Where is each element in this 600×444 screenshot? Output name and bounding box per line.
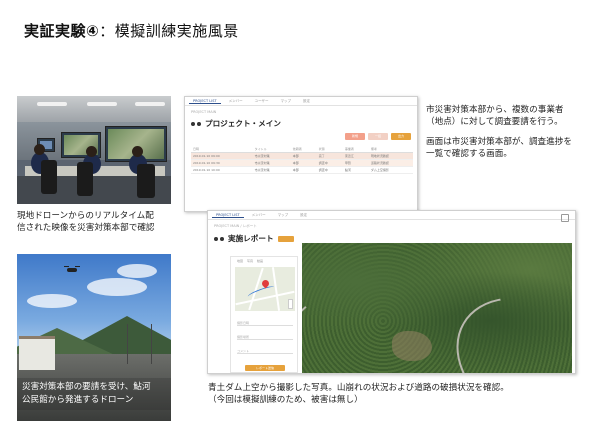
nav-tab-map[interactable]: マップ (277, 99, 296, 104)
slide-title-rest: ：模擬訓練実施風景 (99, 22, 239, 40)
main-note-p1: 市災害対策本部から、複数の事業者 （地点）に対して調査要請を行う。 (426, 104, 564, 128)
table-cell: 市災害対策 (252, 166, 291, 174)
drone-takeoff-photo: 災害対策本部の要請を受け、鮎河 公民館から発進するドローン (17, 254, 171, 421)
main-note-p2-line1: 画面は市災害対策本部が、調査進捗を (426, 137, 572, 147)
table-cell: 甲賀 (342, 159, 369, 167)
table-cell: 調査中 (316, 166, 343, 174)
top-nav: PROJECT LIST メンバー マップ 設定 (208, 211, 575, 220)
main-note-p2-line2: 一覧で確認する画面。 (426, 149, 512, 159)
breadcrumb: PROJECT MAIN (191, 110, 217, 114)
nav-tab-members[interactable]: メンバー (248, 213, 270, 218)
tab-photo[interactable]: 写真 (247, 257, 253, 265)
report-panel: 地図 写真 動画 撮影日時 撮影場所 コメント レポート送信 (230, 256, 298, 373)
drone-caption: 災害対策本部の要請を受け、鮎河 公民館から発進するドローン (17, 378, 171, 410)
page-title: 実施レポート (214, 233, 294, 244)
action-buttons: 新規 一括 出力 (345, 133, 411, 140)
nav-tab-members[interactable]: メンバー (225, 99, 247, 104)
main-note-p1-line2: （地点）に対して調査要請を行う。 (426, 117, 563, 127)
table-cell: 2019.01.10 09:30 (191, 159, 253, 167)
breadcrumb: PROJECT MAIN / レポート (214, 224, 257, 228)
table-row[interactable]: 2019.01.10 09:30 市災害対策 本部 調査中 甲賀 道路状況確認 (191, 159, 413, 167)
field-datetime[interactable]: 撮影日時 (237, 321, 293, 326)
nav-tab-map[interactable]: マップ (274, 213, 293, 218)
aerial-photo (302, 243, 572, 373)
aerial-caption: 青土ダム上空から撮影した写真。山崩れの状況および道路の破損状況を確認。 （今回は… (208, 382, 509, 406)
status-badge (277, 235, 294, 242)
tab-map[interactable]: 地図 (237, 257, 243, 265)
table-cell: 本部 (290, 159, 317, 167)
nav-tab-project-list[interactable]: PROJECT LIST (212, 213, 244, 218)
nav-tab-settings[interactable]: 設定 (299, 99, 314, 104)
table-cell: 市災害対策 (252, 152, 291, 160)
drone-caption-line2: 公民館から発進するドローン (22, 395, 134, 405)
tab-video[interactable]: 動画 (257, 257, 263, 265)
table-cell: 市災害対策 (252, 159, 291, 167)
aerial-caption-line1: 青土ダム上空から撮影した写真。山崩れの状況および道路の破損状況を確認。 (208, 383, 509, 393)
page-title-text: 実施レポート (228, 234, 274, 243)
page-title-text: プロジェクト・メイン (205, 119, 281, 128)
zoom-control[interactable] (288, 299, 293, 309)
table-cell: 現地状況確認 (368, 152, 413, 160)
request-table: 日時 タイトル 依頼者 状態 事業者 備考 2019.01.10 09:00 市… (191, 146, 413, 174)
drone-caption-line1: 災害対策本部の要請を受け、鮎河 (22, 382, 151, 392)
control-room-caption-line2: 信された映像を災害対策本部で確認 (17, 223, 155, 233)
app-logo-icon (561, 214, 569, 222)
drone-icon (64, 266, 80, 272)
table-cell: 東近江 (342, 152, 369, 160)
drone-logo-icon (191, 121, 201, 127)
table-cell: ダム上空撮影 (368, 166, 413, 174)
location-map[interactable] (235, 267, 295, 311)
table-row[interactable]: 2019.01.10 09:00 市災害対策 本部 完了 東近江 現地状況確認 (191, 152, 413, 160)
table-cell: 鮎河 (342, 166, 369, 174)
slide-title-strong: 実証実験④ (24, 22, 100, 40)
new-button[interactable]: 新規 (345, 133, 365, 140)
nav-tab-settings[interactable]: 設定 (296, 213, 311, 218)
main-note-p2: 画面は市災害対策本部が、調査進捗を 一覧で確認する画面。 (426, 136, 572, 160)
field-location[interactable]: 撮影場所 (237, 335, 293, 340)
main-note-p1-line1: 市災害対策本部から、複数の事業者 (426, 105, 564, 115)
control-room-caption-line1: 現地ドローンからのリアルタイム配 (17, 211, 154, 221)
field-comment[interactable]: コメント (237, 349, 293, 354)
table-cell: 完了 (316, 152, 343, 160)
slide-title: 実証実験④：模擬訓練実施風景 (24, 20, 239, 41)
report-screenshot: PROJECT LIST メンバー マップ 設定 PROJECT MAIN / … (207, 210, 576, 374)
top-nav: PROJECT LIST メンバー ユーザー マップ 設定 (185, 97, 417, 106)
export-button[interactable]: 出力 (391, 133, 411, 140)
submit-report-button[interactable]: レポート送信 (245, 365, 285, 371)
nav-tab-project-list[interactable]: PROJECT LIST (189, 99, 221, 104)
drone-logo-icon (214, 236, 224, 242)
control-room-caption: 現地ドローンからのリアルタイム配 信された映像を災害対策本部で確認 (17, 210, 155, 234)
table-cell: 道路状況確認 (368, 159, 413, 167)
project-main-screenshot: PROJECT LIST メンバー ユーザー マップ 設定 PROJECT MA… (184, 96, 418, 212)
table-row[interactable]: 2019.01.10 10:00 市災害対策 本部 調査中 鮎河 ダム上空撮影 (191, 166, 413, 174)
nav-tab-users[interactable]: ユーザー (251, 99, 273, 104)
panel-tabs: 地図 写真 動画 (231, 257, 299, 265)
batch-button[interactable]: 一括 (368, 133, 388, 140)
table-cell: 2019.01.10 09:00 (191, 152, 253, 160)
page-title: プロジェクト・メイン (191, 118, 281, 129)
control-room-photo (17, 96, 171, 204)
aerial-caption-line2: （今回は模擬訓練のため、被害は無し） (208, 395, 363, 405)
table-cell: 本部 (290, 166, 317, 174)
table-cell: 調査中 (316, 159, 343, 167)
table-cell: 本部 (290, 152, 317, 160)
table-cell: 2019.01.10 10:00 (191, 166, 253, 174)
